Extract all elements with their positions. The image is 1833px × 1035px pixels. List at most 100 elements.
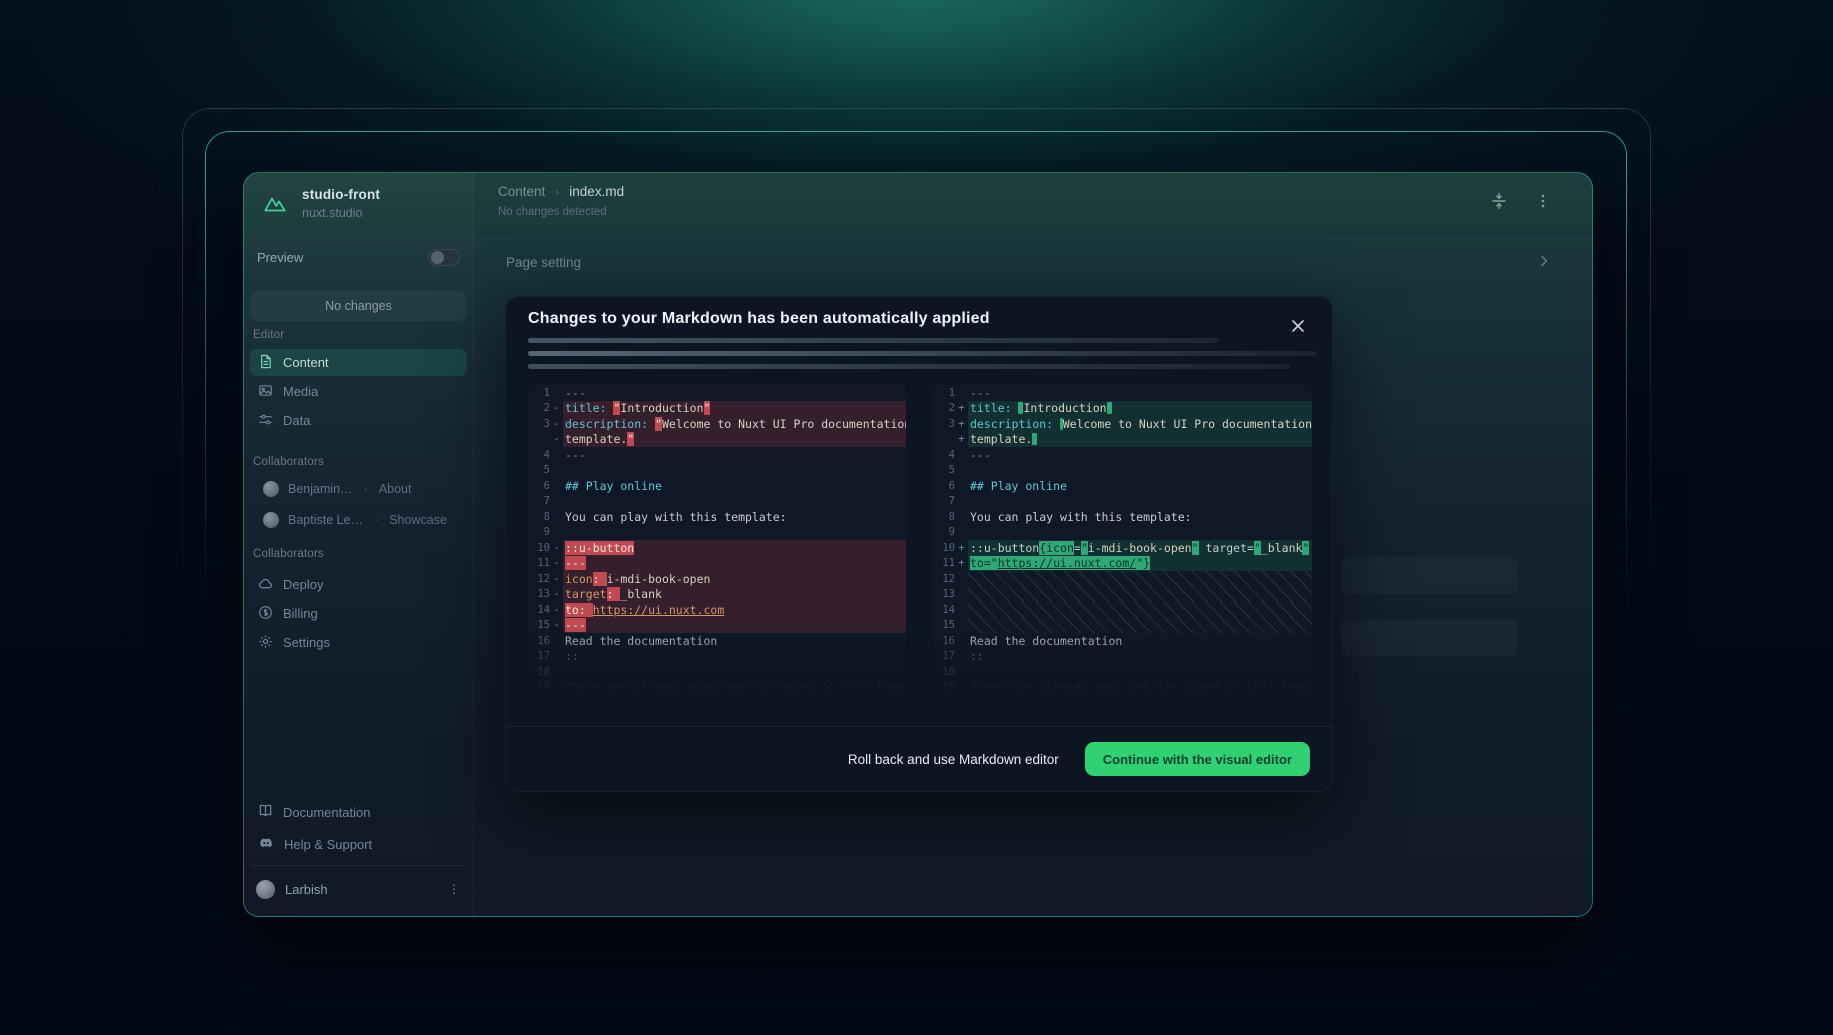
modal-footer: Roll back and use Markdown editor Contin… (506, 726, 1332, 791)
diff-sign: - (550, 619, 563, 631)
sidebar-item-label: Billing (283, 606, 318, 621)
diff-line: 17:: (528, 649, 906, 665)
continue-visual-editor-button[interactable]: Continue with the visual editor (1085, 742, 1310, 776)
line-number: 8 (933, 511, 955, 523)
collapse-merge-icon[interactable] (1490, 192, 1508, 210)
code-text: template." (563, 432, 906, 448)
diff-sign: - (550, 418, 563, 430)
preview-toggle[interactable] (428, 249, 460, 266)
line-number: 11 (933, 557, 955, 569)
code-text (968, 618, 1312, 634)
page-setting-label[interactable]: Page setting (506, 255, 581, 270)
diff-sign: - (550, 604, 563, 616)
modal-title: Changes to your Markdown has been automa… (528, 310, 990, 328)
line-number: 14 (933, 604, 955, 616)
document-icon (258, 354, 273, 372)
diff-line: 18 (933, 664, 1312, 680)
line-number: 1 (933, 387, 955, 399)
code-text (563, 525, 906, 541)
diff-line: 10-::u-button (528, 540, 906, 556)
breadcrumb-file[interactable]: index.md (569, 184, 624, 199)
diff-line: 8 You can play with this template: (933, 509, 1312, 525)
markdown-diff: 1---2-title: "Introduction"3-description… (528, 385, 1312, 705)
line-number: 19 (933, 681, 955, 693)
sidebar-item-settings[interactable]: Settings (250, 629, 467, 656)
diff-line: 9 (528, 525, 906, 541)
user-avatar (256, 880, 275, 899)
diff-line: 4 --- (933, 447, 1312, 463)
code-text (563, 463, 906, 479)
sidebar-item-content[interactable]: Content (250, 349, 467, 376)
page-setting-chevron-icon[interactable] (1536, 253, 1552, 269)
line-number: 2 (933, 402, 955, 414)
collaborator-page: Showcase (389, 513, 447, 527)
diff-line: 2+title: Introduction (933, 401, 1312, 417)
diff-line: -template." (528, 432, 906, 448)
diff-line: 13-target: _blank (528, 587, 906, 603)
code-text: :: (563, 649, 906, 665)
diff-line: 6## Play online (528, 478, 906, 494)
diff-line: 3+description: Welcome to Nuxt UI Pro do… (933, 416, 1312, 432)
diff-line: 13 (933, 587, 1312, 603)
collaborator-row[interactable]: Benjamin…·About (250, 476, 467, 502)
line-number: 5 (528, 464, 550, 476)
sidebar-item-deploy[interactable]: Deploy (250, 571, 467, 598)
line-number: 15 (933, 619, 955, 631)
sidebar-item-label: Media (283, 384, 318, 399)
code-text: ## Play online (968, 478, 1312, 494)
code-text: :: (968, 649, 1312, 665)
rollback-button[interactable]: Roll back and use Markdown editor (848, 752, 1059, 767)
close-icon[interactable] (1288, 316, 1308, 336)
dot-separator: · (374, 513, 378, 527)
sidebar-item-data[interactable]: Data (250, 407, 467, 434)
sidebar-item-documentation[interactable]: Documentation (250, 797, 467, 827)
nuxt-logo-icon (262, 191, 288, 217)
diff-sign: - (550, 433, 563, 445)
line-number: 4 (933, 449, 955, 461)
code-text (968, 602, 1312, 618)
user-row[interactable]: Larbish ⋮ (250, 872, 467, 906)
sidebar-item-media[interactable]: Media (250, 378, 467, 405)
line-number: 15 (528, 619, 550, 631)
diff-line: 7 (933, 494, 1312, 510)
line-number: 7 (933, 495, 955, 507)
diff-panel-removed: 1---2-title: "Introduction"3-description… (528, 385, 906, 705)
no-changes-button[interactable]: No changes (250, 291, 467, 321)
line-number: 16 (933, 635, 955, 647)
code-text: You can play with this template: (968, 509, 1312, 525)
line-number: 18 (528, 666, 550, 678)
diff-line: 6 ## Play online (933, 478, 1312, 494)
diff-line: 9 (933, 525, 1312, 541)
diff-line: 11+to="https://ui.nuxt.com/"} (933, 556, 1312, 572)
sliders-icon (258, 412, 273, 430)
diff-sign: - (550, 402, 563, 414)
image-icon (258, 383, 273, 401)
line-number: 17 (933, 650, 955, 662)
line-number: 6 (528, 480, 550, 492)
editor-nav: Content Media Data (250, 349, 467, 434)
project-header[interactable]: studio-front nuxt.studio (262, 187, 380, 220)
line-number: 9 (528, 526, 550, 538)
diff-panel-added: 1---2+title: Introduction3+description: … (933, 385, 1312, 705)
code-text (563, 494, 906, 510)
diff-sign: + (955, 418, 968, 430)
code-text: --- (968, 447, 1312, 463)
sidebar-item-label: Data (283, 413, 310, 428)
diff-line: 5 (528, 463, 906, 479)
user-menu-kebab-icon[interactable]: ⋮ (447, 887, 461, 891)
cloud-icon (258, 576, 273, 594)
line-number: 10 (528, 542, 550, 554)
breadcrumb-section[interactable]: Content (498, 184, 545, 199)
collaborator-row[interactable]: Baptiste Le…·Showcase (250, 507, 467, 533)
line-number: 6 (933, 480, 955, 492)
sidebar-bottom: DocumentationHelp & Support Larbish ⋮ (250, 797, 467, 906)
sidebar-item-help-support[interactable]: Help & Support (250, 829, 467, 859)
line-number: 12 (933, 573, 955, 585)
diff-line: 4--- (528, 447, 906, 463)
code-text (968, 587, 1312, 603)
diff-line: 17:: (933, 649, 1312, 665)
code-text: description: "Welcome to Nuxt UI Pro doc… (563, 416, 906, 432)
sidebar-item-billing[interactable]: Billing (250, 600, 467, 627)
more-options-kebab-icon[interactable] (1534, 192, 1552, 210)
code-text: --- (968, 385, 1312, 401)
